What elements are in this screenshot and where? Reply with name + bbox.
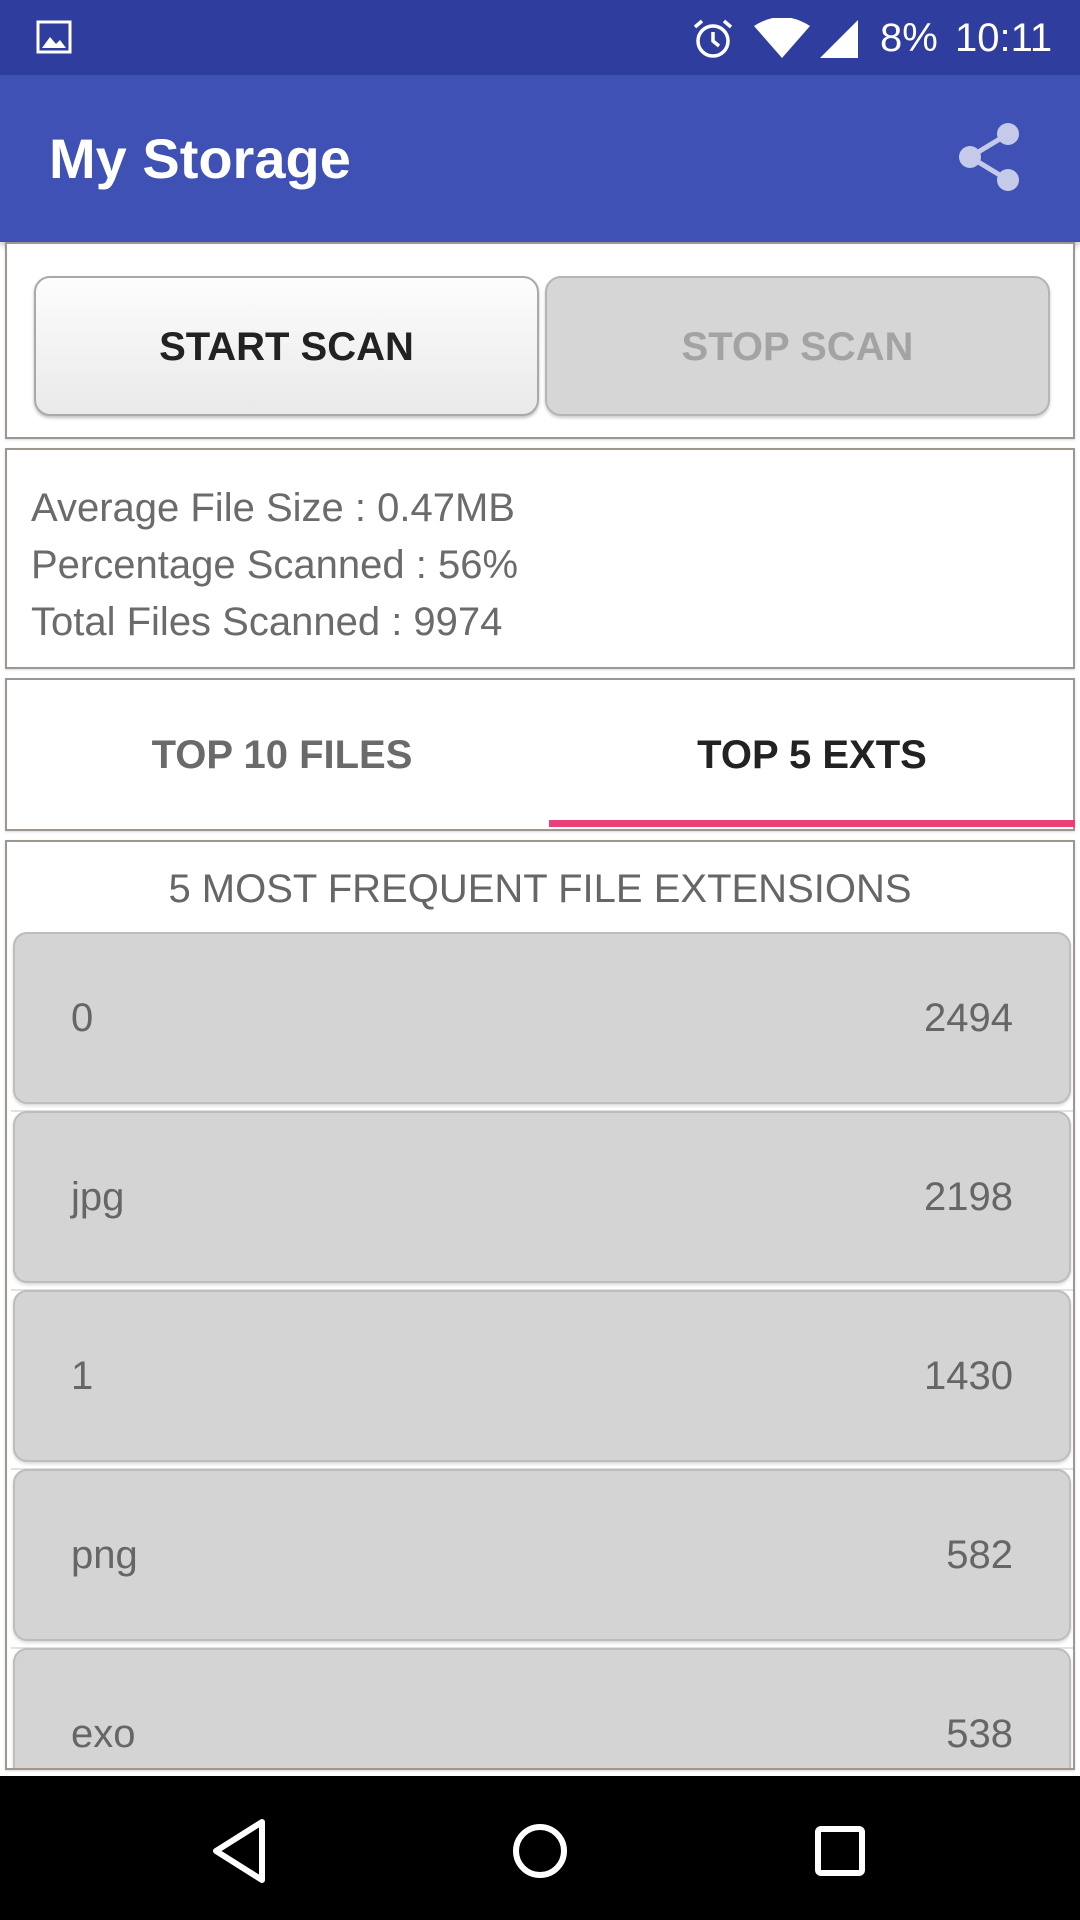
back-icon[interactable] [196, 1806, 286, 1896]
extension-count: 1430 [924, 1354, 1013, 1398]
navigation-bar [0, 1776, 1080, 1920]
recents-icon[interactable] [795, 1806, 885, 1896]
scan-stats: Average File Size : 0.47MB Percentage Sc… [5, 448, 1075, 669]
percentage-scanned: Percentage Scanned : 56% [31, 543, 519, 587]
list-item[interactable]: 0 2494 [13, 932, 1071, 1104]
tab-bar: TOP 10 FILES TOP 5 EXTS [5, 678, 1075, 831]
extension-count: 582 [946, 1533, 1013, 1577]
list-item[interactable]: jpg 2198 [13, 1111, 1071, 1283]
app-bar: My Storage [0, 75, 1080, 242]
clock: 10:11 [955, 16, 1053, 60]
extension-list[interactable]: 5 MOST FREQUENT FILE EXTENSIONS 0 2494 j… [5, 840, 1075, 1770]
list-item[interactable]: 1 1430 [13, 1290, 1071, 1462]
scan-controls: START SCAN STOP SCAN [5, 242, 1075, 439]
wifi-icon [754, 18, 810, 58]
share-icon[interactable] [950, 117, 1030, 197]
extension-count: 2494 [924, 996, 1013, 1040]
signal-icon [820, 20, 858, 58]
extension-count: 2198 [924, 1175, 1013, 1219]
start-scan-button[interactable]: START SCAN [34, 276, 539, 416]
page-title: My Storage [49, 127, 351, 190]
total-files-scanned: Total Files Scanned : 9974 [31, 600, 503, 644]
list-title: 5 MOST FREQUENT FILE EXTENSIONS [168, 867, 912, 911]
extension-name: png [71, 1533, 138, 1577]
extension-name: 1 [71, 1354, 94, 1398]
extension-name: 0 [71, 996, 94, 1040]
tab-top-10-files[interactable]: TOP 10 FILES [17, 680, 547, 831]
tab-top-5-exts[interactable]: TOP 5 EXTS [547, 680, 1077, 831]
extension-count: 538 [946, 1712, 1013, 1756]
list-item[interactable]: png 582 [13, 1469, 1071, 1641]
tab-indicator [549, 820, 1075, 827]
status-bar: 8% 10:11 [0, 0, 1080, 75]
extension-name: jpg [71, 1175, 125, 1219]
gallery-icon [36, 20, 72, 54]
stop-scan-button[interactable]: STOP SCAN [545, 276, 1050, 416]
battery-level: 8% [880, 16, 938, 60]
alarm-icon [693, 19, 733, 58]
extension-name: exo [71, 1712, 136, 1756]
list-item[interactable]: exo 538 [13, 1648, 1071, 1768]
home-icon[interactable] [495, 1806, 585, 1896]
average-file-size: Average File Size : 0.47MB [31, 486, 515, 530]
